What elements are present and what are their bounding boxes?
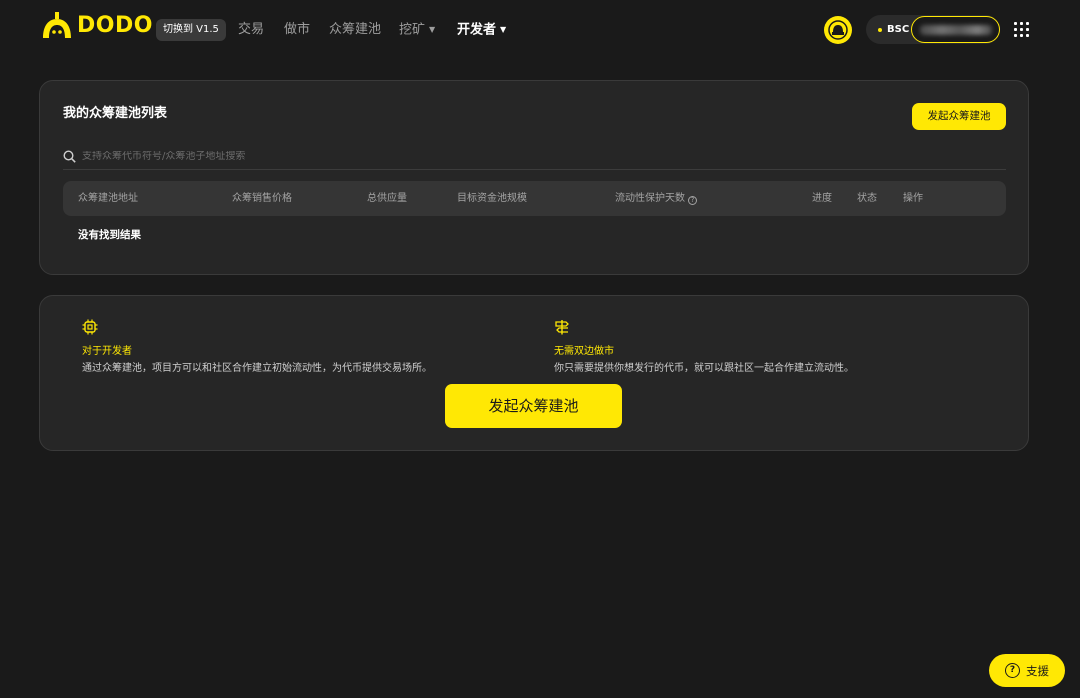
chain-status-dot	[878, 27, 882, 32]
search-input[interactable]	[82, 151, 782, 162]
nav-item-market-making[interactable]: 做市	[284, 0, 310, 60]
column-label: 流动性保护天数	[615, 193, 685, 204]
nav-item-mining[interactable]: 挖矿 ▼	[399, 0, 435, 61]
nav-label: 开发者	[457, 22, 497, 38]
feature-description: 你只需要提供你想发行的代币，就可以跟社区一起合作建立流动性。	[554, 363, 854, 374]
top-header: DODO 切换到 V1.5 交易 做市 众筹建池 挖矿 ▼ 开发者 ▼ BSC	[0, 0, 1080, 60]
wallet-address-button[interactable]	[911, 16, 1000, 43]
apps-grid-icon[interactable]	[1014, 22, 1029, 37]
help-icon[interactable]: ?	[688, 196, 697, 205]
dodo-logo[interactable]: DODO	[40, 12, 153, 38]
feature-title: 无需双边做市	[554, 346, 614, 357]
signpost-icon	[555, 320, 569, 335]
chain-name: BSC	[887, 24, 910, 35]
nav-label: 交易	[238, 22, 265, 37]
column-target-pool-size: 目标资金池规模	[457, 193, 527, 204]
caret-down-icon: ▼	[500, 25, 507, 34]
feature-description: 通过众筹建池，项目方可以和社区合作建立初始流动性，为代币提供交易场所。	[82, 363, 432, 374]
search-bar	[63, 144, 1006, 170]
account-avatar-button[interactable]	[824, 16, 852, 44]
nav-label: 挖矿	[399, 22, 426, 38]
create-crowdpool-button[interactable]: 发起众筹建池	[912, 103, 1006, 130]
page-title: 我的众筹建池列表	[63, 106, 168, 121]
nav-label: 做市	[284, 22, 311, 37]
search-icon	[63, 150, 76, 163]
column-actions: 操作	[903, 193, 923, 204]
support-label: 支援	[1026, 663, 1049, 678]
nav-item-developer[interactable]: 开发者 ▼	[457, 0, 506, 61]
dodo-avatar-icon	[828, 20, 848, 40]
feature-no-two-sided: 无需双边做市 你只需要提供你想发行的代币，就可以跟社区一起合作建立流动性。	[554, 319, 854, 374]
nav-label: 众筹建池	[329, 22, 382, 37]
empty-state-text: 没有找到结果	[78, 229, 141, 241]
support-button[interactable]: ? 支援	[989, 654, 1065, 687]
nav-item-crowdpooling[interactable]: 众筹建池	[329, 0, 381, 60]
column-status: 状态	[857, 193, 877, 204]
column-pool-address: 众筹建池地址	[78, 193, 138, 204]
column-sale-price: 众筹销售价格	[232, 193, 292, 204]
table-header: 众筹建池地址 众筹销售价格 总供应量 目标资金池规模 流动性保护天数? 进度 状…	[63, 181, 1006, 216]
chain-selector[interactable]: BSC	[866, 15, 1000, 44]
question-icon: ?	[1005, 663, 1020, 678]
dodo-logo-icon	[43, 12, 71, 38]
create-crowdpool-button-large[interactable]: 发起众筹建池	[445, 384, 622, 428]
logo-text: DODO	[77, 12, 153, 38]
chip-icon	[82, 319, 98, 335]
crowdpooling-info-panel: 对于开发者 通过众筹建池，项目方可以和社区合作建立初始流动性，为代币提供交易场所…	[39, 295, 1029, 451]
column-progress: 进度	[812, 193, 832, 204]
crowdpooling-list-panel: 我的众筹建池列表 发起众筹建池 众筹建池地址 众筹销售价格 总供应量 目标资金池…	[39, 80, 1029, 275]
feature-developers: 对于开发者 通过众筹建池，项目方可以和社区合作建立初始流动性，为代币提供交易场所…	[82, 319, 432, 374]
nav-item-trade[interactable]: 交易	[238, 0, 264, 60]
feature-title: 对于开发者	[82, 346, 132, 357]
wallet-address-redacted	[920, 25, 992, 35]
version-switch-button[interactable]: 切换到 V1.5	[156, 19, 226, 41]
caret-down-icon: ▼	[429, 25, 436, 34]
column-total-supply: 总供应量	[367, 193, 407, 204]
column-liquidity-protection-days: 流动性保护天数?	[615, 181, 697, 216]
